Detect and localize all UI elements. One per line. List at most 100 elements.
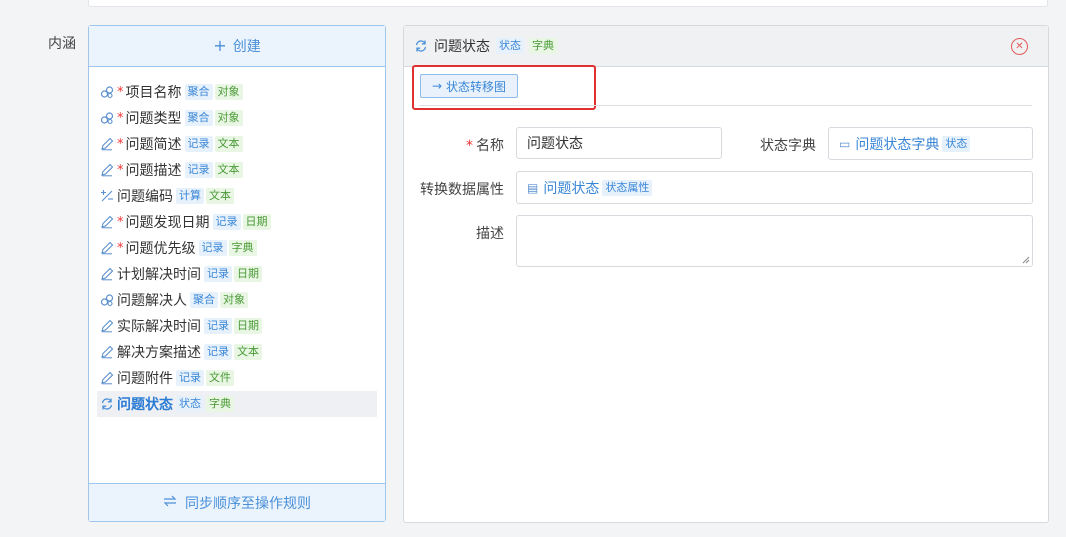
field-tag: 字典 bbox=[228, 240, 257, 256]
field-item[interactable]: * 问题类型 聚合 对象 bbox=[97, 105, 377, 131]
field-tag: 记录 bbox=[198, 240, 227, 256]
field-item[interactable]: 实际解决时间 记录 日期 bbox=[97, 313, 377, 339]
refresh-icon bbox=[99, 396, 115, 412]
close-icon[interactable]: ✕ bbox=[1011, 38, 1028, 55]
field-tag: 日期 bbox=[242, 214, 271, 230]
field-tag: 记录 bbox=[212, 214, 241, 230]
pencil-icon bbox=[99, 266, 115, 282]
detail-title: 问题状态 bbox=[434, 39, 490, 55]
sync-order-button[interactable]: 同步顺序至操作规则 bbox=[89, 483, 385, 521]
field-name: 问题优先级 bbox=[125, 241, 196, 257]
field-name: 项目名称 bbox=[125, 85, 182, 101]
pencil-icon bbox=[99, 318, 115, 334]
field-tag: 记录 bbox=[204, 318, 232, 334]
pencil-icon bbox=[99, 214, 115, 230]
field-tag: 计算 bbox=[176, 188, 204, 204]
section-label: 内涵 bbox=[48, 36, 76, 52]
field-name: 问题编码 bbox=[117, 189, 173, 205]
sync-icon bbox=[163, 495, 177, 511]
pencil-icon bbox=[99, 370, 115, 386]
field-tag: 文件 bbox=[206, 370, 234, 386]
create-button[interactable]: + 创建 bbox=[89, 26, 385, 67]
required-star: * bbox=[117, 110, 124, 126]
field-name: 实际解决时间 bbox=[117, 319, 201, 335]
state-dict-label: 状态字典 bbox=[760, 138, 816, 154]
name-input-value: 问题状态 bbox=[527, 136, 583, 152]
field-item[interactable]: * 问题描述 记录 文本 bbox=[97, 157, 377, 183]
field-tag: 记录 bbox=[176, 370, 204, 386]
field-tag: 记录 bbox=[204, 344, 232, 360]
field-name: 问题描述 bbox=[125, 163, 182, 179]
convert-attr-value: 问题状态 bbox=[543, 180, 600, 197]
pencil-icon bbox=[99, 344, 115, 360]
plus-icon: + bbox=[213, 36, 227, 55]
field-tag: 记录 bbox=[184, 162, 213, 178]
field-tag: 文本 bbox=[234, 344, 262, 360]
field-tag: 文本 bbox=[214, 162, 243, 178]
pencil-icon bbox=[99, 136, 115, 152]
field-item[interactable]: 问题状态 状态 字典 bbox=[97, 391, 377, 417]
convert-attr-label: 转换数据属性 bbox=[420, 182, 504, 198]
field-item[interactable]: 问题编码 计算 文本 bbox=[97, 183, 377, 209]
sync-order-label: 同步顺序至操作规则 bbox=[185, 495, 311, 512]
name-label: * 名称 bbox=[466, 138, 504, 154]
field-tag: 字典 bbox=[206, 396, 234, 412]
field-tag: 聚合 bbox=[190, 292, 218, 308]
field-tag: 日期 bbox=[234, 266, 262, 282]
field-list: * 项目名称 聚合 对象 * 问题类型 聚合 对象 * 问题简述 记录 文本 * 问题描述 记录 文本 问题编码… bbox=[89, 67, 385, 417]
document-icon: ▤ bbox=[527, 180, 539, 195]
field-name: 问题状态 bbox=[117, 397, 173, 413]
description-label: 描述 bbox=[476, 226, 504, 242]
detail-header: 问题状态 状态 字典 bbox=[404, 26, 1048, 67]
field-item[interactable]: * 问题简述 记录 文本 bbox=[97, 131, 377, 157]
link-icon bbox=[99, 110, 115, 126]
required-star: * bbox=[117, 84, 124, 100]
pencil-icon bbox=[99, 162, 115, 178]
convert-attr-tag: 状态属性 bbox=[602, 179, 653, 196]
field-name: 问题附件 bbox=[117, 371, 173, 387]
field-tag: 聚合 bbox=[184, 84, 213, 100]
link-icon bbox=[99, 292, 115, 308]
highlight-annotation bbox=[412, 65, 596, 110]
field-item[interactable]: * 问题优先级 记录 字典 bbox=[97, 235, 377, 261]
field-tag: 对象 bbox=[214, 110, 243, 126]
divider bbox=[419, 105, 1032, 106]
field-name: 问题解决人 bbox=[117, 293, 187, 309]
field-name: 问题类型 bbox=[125, 111, 182, 127]
required-star: * bbox=[466, 138, 473, 154]
calculate-icon bbox=[99, 188, 115, 204]
field-item[interactable]: * 项目名称 聚合 对象 bbox=[97, 79, 377, 105]
required-star: * bbox=[117, 214, 124, 230]
link-icon bbox=[99, 84, 115, 100]
field-name: 问题发现日期 bbox=[125, 215, 210, 231]
field-tag: 文本 bbox=[206, 188, 234, 204]
name-input[interactable]: 问题状态 bbox=[516, 127, 722, 159]
field-tag: 状态 bbox=[176, 396, 204, 412]
field-item[interactable]: 计划解决时间 记录 日期 bbox=[97, 261, 377, 287]
field-name: 问题简述 bbox=[125, 137, 182, 153]
required-star: * bbox=[117, 136, 124, 152]
field-name: 计划解决时间 bbox=[117, 267, 201, 283]
required-star: * bbox=[117, 240, 124, 256]
state-dict-value: 问题状态字典 bbox=[855, 136, 940, 153]
field-item[interactable]: 解决方案描述 记录 文本 bbox=[97, 339, 377, 365]
field-tag: 对象 bbox=[220, 292, 248, 308]
description-textarea[interactable] bbox=[516, 215, 1033, 267]
state-dict-select[interactable]: ▭ 问题状态字典 状态 bbox=[828, 127, 1033, 160]
field-item[interactable]: 问题附件 记录 文件 bbox=[97, 365, 377, 391]
required-star: * bbox=[117, 162, 124, 178]
field-tag: 记录 bbox=[184, 136, 213, 152]
field-item[interactable]: 问题解决人 聚合 对象 bbox=[97, 287, 377, 313]
refresh-icon bbox=[414, 39, 428, 53]
pencil-icon bbox=[99, 240, 115, 256]
field-name: 解决方案描述 bbox=[117, 345, 201, 361]
convert-attr-select[interactable]: ▤ 问题状态 状态属性 bbox=[516, 171, 1033, 204]
resize-grip-icon[interactable] bbox=[1022, 256, 1030, 264]
field-tag: 对象 bbox=[214, 84, 243, 100]
create-button-label: 创建 bbox=[232, 39, 261, 55]
field-tag: 日期 bbox=[234, 318, 262, 334]
field-list-panel: + 创建 * 项目名称 聚合 对象 * 问题类型 聚合 对象 * 问题简述 记录 文本 * 问题描述 记录文… bbox=[88, 25, 386, 522]
field-detail-panel: 问题状态 状态 字典 ✕ → 状态转移图 * 名称 问题状态 状态字典 ▭ 问题状… bbox=[403, 25, 1049, 523]
field-item[interactable]: * 问题发现日期 记录 日期 bbox=[97, 209, 377, 235]
detail-type-tag: 状态 bbox=[496, 38, 524, 54]
